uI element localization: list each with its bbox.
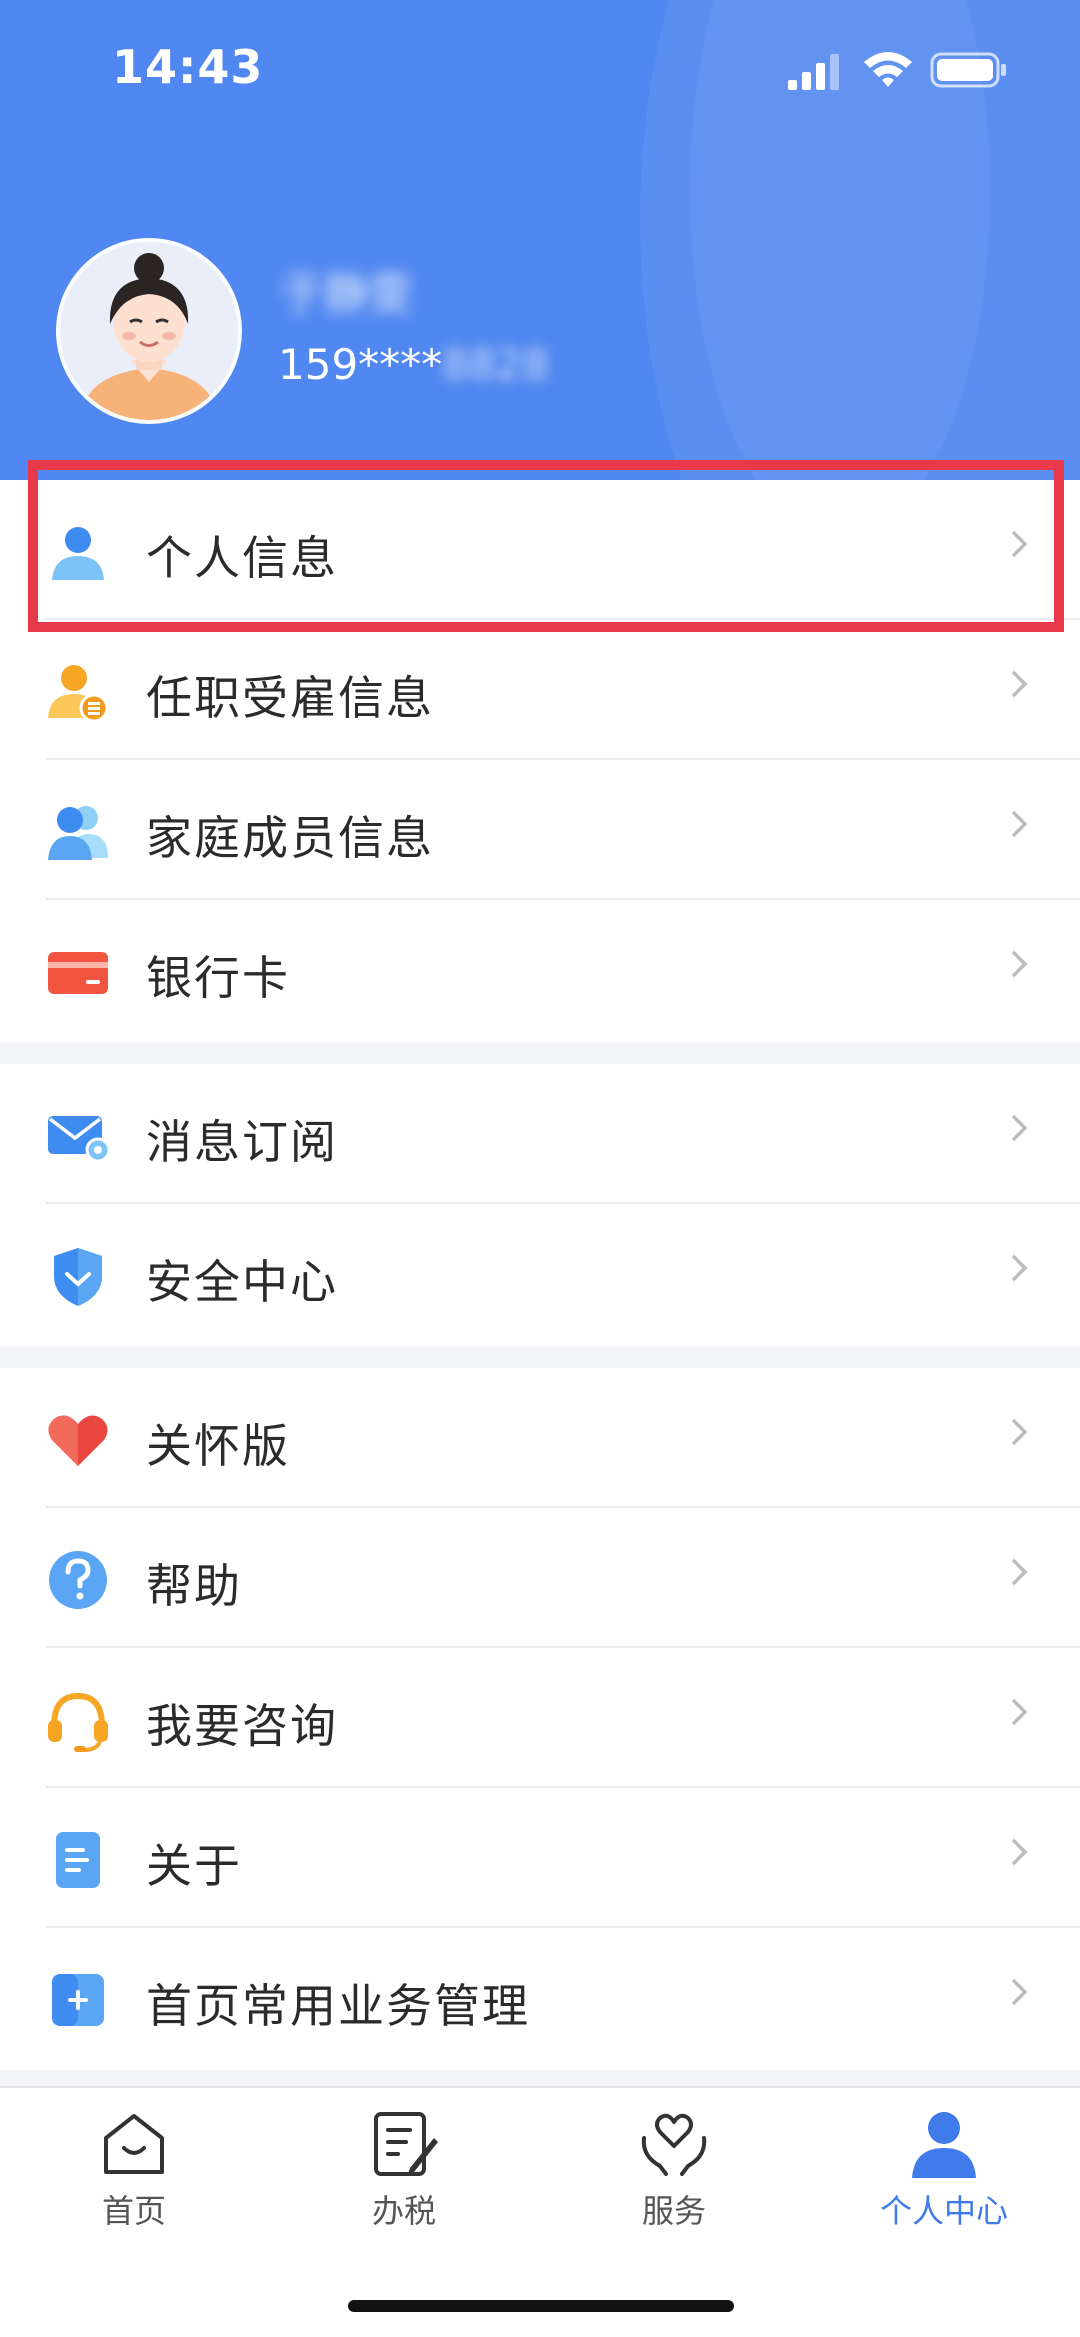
- menu-item-about[interactable]: 关于: [0, 1788, 1080, 1928]
- avatar-illustration: [60, 242, 238, 420]
- tab-label: 个人中心: [879, 2192, 1008, 2230]
- menu-item-security-center[interactable]: 安全中心: [0, 1204, 1080, 1344]
- menu-group-settings: 消息订阅 安全中心: [0, 1064, 1080, 1346]
- chevron-right-icon: [1011, 1114, 1028, 1142]
- menu-item-label: 首页常用业务管理: [146, 1979, 530, 2033]
- menu-item-label: 帮助: [146, 1559, 242, 1613]
- tab-label: 首页: [101, 2192, 166, 2230]
- tab-personal-center[interactable]: 个人中心: [844, 2108, 1044, 2238]
- menu-item-label: 安全中心: [146, 1255, 338, 1309]
- document-icon: [56, 1832, 100, 1888]
- user-phone: 159****8828: [278, 340, 549, 389]
- profile-header: 14:43 于静雯 159****8828: [0, 0, 1080, 480]
- menu-item-help[interactable]: 帮助: [0, 1508, 1080, 1648]
- menu-item-common-business[interactable]: 首页常用业务管理: [0, 1928, 1080, 2068]
- chevron-right-icon: [1011, 1978, 1028, 2006]
- chevron-right-icon: [1011, 950, 1028, 978]
- chevron-right-icon: [1011, 1698, 1028, 1726]
- menu-item-label: 关于: [146, 1839, 242, 1893]
- menu-item-care-mode[interactable]: 关怀版: [0, 1368, 1080, 1508]
- user-name: 于静雯: [280, 269, 412, 320]
- menu-item-label: 任职受雇信息: [146, 671, 434, 725]
- headset-icon: [48, 1692, 108, 1752]
- avatar[interactable]: [56, 238, 242, 424]
- signal-icon: [788, 54, 839, 90]
- status-time: 14:43: [112, 40, 264, 94]
- menu-item-consult[interactable]: 我要咨询: [0, 1648, 1080, 1788]
- shield-icon: [54, 1248, 102, 1306]
- phone-visible: 159****: [278, 340, 443, 389]
- profile-icon: [912, 2112, 976, 2178]
- employment-icon: [48, 665, 109, 723]
- status-bar: 14:43: [0, 0, 1080, 140]
- menu-item-label: 家庭成员信息: [146, 811, 434, 865]
- menu-item-family-info[interactable]: 家庭成员信息: [0, 760, 1080, 900]
- battery-icon: [930, 52, 1006, 88]
- plus-square-icon: [52, 1974, 104, 2026]
- home-icon: [104, 2114, 164, 2174]
- question-icon: [49, 1551, 107, 1609]
- menu-item-label: 我要咨询: [146, 1699, 338, 1753]
- mail-settings-icon: [48, 1116, 110, 1163]
- tab-home[interactable]: 首页: [34, 2108, 234, 2238]
- menu-item-label: 消息订阅: [146, 1115, 338, 1169]
- chevron-right-icon: [1011, 1418, 1028, 1446]
- menu-group-support: 关怀版 帮助 我要咨询 关于 首页常用业务管理: [0, 1368, 1080, 2070]
- menu-item-label: 银行卡: [146, 951, 290, 1005]
- chevron-right-icon: [1011, 530, 1028, 558]
- menu-group-personal: 个人信息 任职受雇信息 家庭成员信息 银行卡: [0, 480, 1080, 1042]
- family-icon: [48, 806, 108, 860]
- person-icon: [52, 527, 104, 580]
- wifi-icon: [864, 52, 912, 87]
- menu-item-message-subscription[interactable]: 消息订阅: [0, 1064, 1080, 1204]
- menu-item-label: 个人信息: [146, 531, 338, 585]
- phone-masked: 8828: [442, 340, 550, 389]
- tax-form-icon: [374, 2112, 438, 2176]
- heart-icon: [48, 1415, 108, 1466]
- menu-item-employment-info[interactable]: 任职受雇信息: [0, 620, 1080, 760]
- home-indicator[interactable]: [348, 2300, 734, 2312]
- chevron-right-icon: [1011, 1838, 1028, 1866]
- chevron-right-icon: [1011, 1254, 1028, 1282]
- menu-item-label: 关怀版: [146, 1419, 290, 1473]
- chevron-right-icon: [1011, 670, 1028, 698]
- menu-item-personal-info[interactable]: 个人信息: [0, 480, 1080, 620]
- tab-label: 服务: [641, 2192, 706, 2230]
- bank-card-icon: [48, 952, 108, 994]
- chevron-right-icon: [1011, 1558, 1028, 1586]
- tab-tax[interactable]: 办税: [304, 2108, 504, 2238]
- tab-service[interactable]: 服务: [574, 2108, 774, 2238]
- menu-item-bank-card[interactable]: 银行卡: [0, 900, 1080, 1040]
- chevron-right-icon: [1011, 810, 1028, 838]
- heart-hands-icon: [641, 2113, 707, 2176]
- tab-label: 办税: [371, 2192, 436, 2230]
